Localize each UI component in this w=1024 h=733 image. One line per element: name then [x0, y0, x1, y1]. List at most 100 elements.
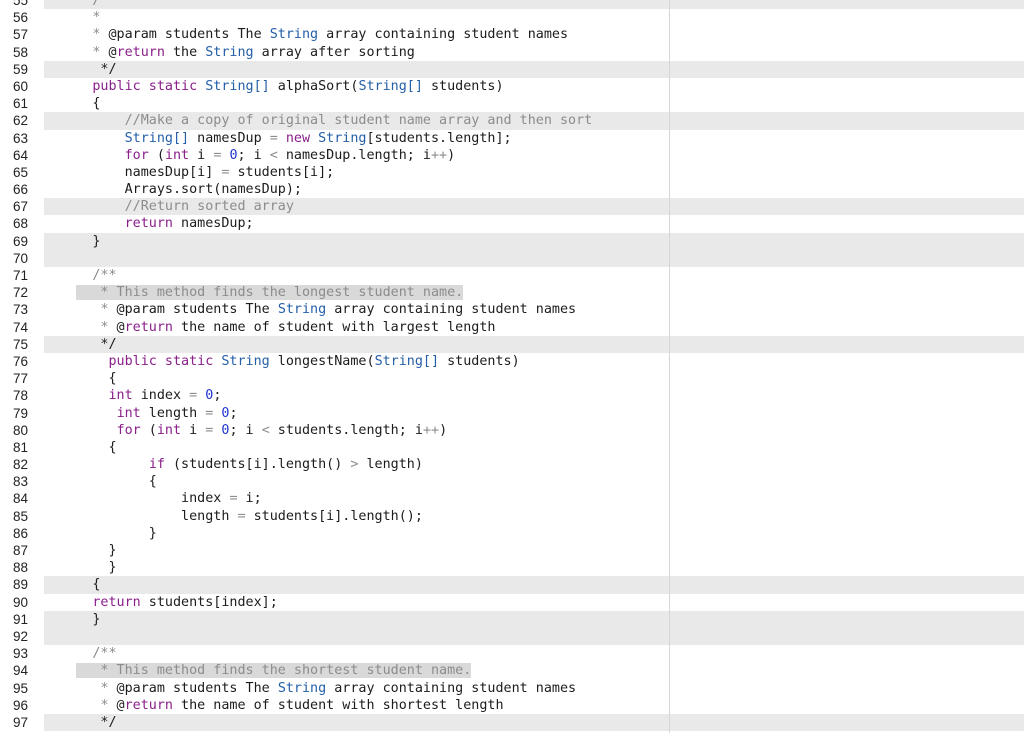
code-line[interactable]: 87 }: [0, 542, 1024, 560]
code-line[interactable]: 93 /**: [0, 645, 1024, 663]
code-text[interactable]: }: [44, 233, 1024, 250]
code-line[interactable]: 83 {: [0, 473, 1024, 491]
code-line[interactable]: 71 /**: [0, 267, 1024, 285]
code-text[interactable]: for (int i = 0; i < namesDup.length; i++…: [44, 147, 1024, 164]
code-token: String[]: [124, 130, 190, 146]
code-line[interactable]: 60 public static String[] alphaSort(Stri…: [0, 77, 1024, 96]
code-line[interactable]: 90 return students[index];: [0, 593, 1024, 611]
code-text[interactable]: int length = 0;: [44, 405, 1024, 422]
code-text[interactable]: * @return the name of student with large…: [44, 319, 1024, 336]
code-text[interactable]: */: [44, 714, 1024, 731]
code-line[interactable]: 70: [0, 249, 1024, 268]
code-text[interactable]: * @param students The String array conta…: [44, 26, 1024, 43]
code-token: }: [44, 611, 101, 627]
code-line[interactable]: 67 //Return sorted array: [0, 198, 1024, 216]
code-text[interactable]: index = i;: [44, 490, 1024, 507]
code-line[interactable]: 65 namesDup[i] = students[i];: [0, 163, 1024, 182]
code-text[interactable]: //Return sorted array: [44, 198, 1024, 215]
code-line[interactable]: 95 * @param students The String array co…: [0, 679, 1024, 697]
code-text[interactable]: /**: [44, 0, 1024, 9]
code-text[interactable]: /**: [44, 267, 1024, 284]
code-text[interactable]: * @return the String array after sorting: [44, 44, 1024, 61]
code-line[interactable]: 89 {: [0, 576, 1024, 594]
code-line[interactable]: 76 public static String longestName(Stri…: [0, 352, 1024, 371]
code-line[interactable]: 88 }: [0, 559, 1024, 577]
code-line[interactable]: 73 * @param students The String array co…: [0, 301, 1024, 319]
code-line[interactable]: 79 int length = 0;: [0, 404, 1024, 422]
line-number: 80: [0, 421, 44, 439]
code-text[interactable]: *: [44, 9, 1024, 26]
code-line[interactable]: 78 int index = 0;: [0, 387, 1024, 405]
code-text[interactable]: namesDup[i] = students[i];: [44, 164, 1024, 181]
line-number: 77: [0, 370, 44, 388]
code-text[interactable]: */: [44, 61, 1024, 78]
code-text[interactable]: return students[index];: [44, 594, 1024, 611]
code-text[interactable]: * @param students The String array conta…: [44, 301, 1024, 318]
code-token: {: [44, 474, 157, 490]
code-line[interactable]: 85 length = students[i].length();: [0, 507, 1024, 525]
code-text[interactable]: if (students[i].length() > length): [44, 456, 1024, 473]
code-text[interactable]: {: [44, 576, 1024, 593]
code-text[interactable]: * @param students The String array conta…: [44, 680, 1024, 697]
code-lines[interactable]: 55 /** 56 * 57 * @param students The Strin…: [0, 0, 1024, 732]
code-line[interactable]: 92: [0, 627, 1024, 646]
code-token: ; i: [229, 422, 262, 438]
code-line[interactable]: 82 if (students[i].length() > length): [0, 456, 1024, 474]
code-text[interactable]: public static String longestName(String[…: [44, 353, 1024, 370]
code-line[interactable]: 86 }: [0, 524, 1024, 543]
code-token: {: [44, 96, 101, 112]
code-text[interactable]: public static String[] alphaSort(String[…: [44, 78, 1024, 95]
code-text[interactable]: * This method finds the shortest student…: [44, 662, 1024, 679]
code-line[interactable]: 57 * @param students The String array co…: [0, 26, 1024, 44]
code-text[interactable]: }: [44, 559, 1024, 576]
code-text[interactable]: for (int i = 0; i < students.length; i++…: [44, 422, 1024, 439]
code-text[interactable]: //Make a copy of original student name a…: [44, 112, 1024, 129]
code-text[interactable]: return namesDup;: [44, 215, 1024, 232]
code-line[interactable]: 62 //Make a copy of original student nam…: [0, 112, 1024, 130]
code-text[interactable]: Arrays.sort(namesDup);: [44, 181, 1024, 198]
code-text[interactable]: */: [44, 336, 1024, 353]
code-line[interactable]: 58 * @return the String array after sort…: [0, 43, 1024, 61]
code-editor[interactable]: 55 /** 56 * 57 * @param students The Strin…: [0, 0, 1024, 733]
code-text[interactable]: }: [44, 542, 1024, 559]
code-line[interactable]: 66 Arrays.sort(namesDup);: [0, 181, 1024, 199]
code-token: String[]: [358, 78, 423, 94]
code-line[interactable]: 91 }: [0, 610, 1024, 628]
code-text[interactable]: }: [44, 611, 1024, 628]
code-line[interactable]: 61 {: [0, 95, 1024, 113]
code-token: @param students The: [100, 27, 270, 43]
code-line[interactable]: 56 *: [0, 9, 1024, 27]
code-line[interactable]: 63 String[] namesDup = new String[studen…: [0, 129, 1024, 147]
code-line[interactable]: 59 */: [0, 60, 1024, 78]
line-number: 75: [0, 335, 44, 353]
code-text[interactable]: {: [44, 439, 1024, 456]
code-line[interactable]: 72 * This method finds the longest stude…: [0, 284, 1024, 302]
code-line[interactable]: 68 return namesDup;: [0, 215, 1024, 233]
code-text[interactable]: * @return the name of student with short…: [44, 697, 1024, 714]
code-text[interactable]: length = students[i].length();: [44, 508, 1024, 525]
code-text[interactable]: String[] namesDup = new String[students.…: [44, 130, 1024, 147]
code-text[interactable]: /**: [44, 645, 1024, 662]
code-line[interactable]: 96 * @return the name of student with sh…: [0, 696, 1024, 714]
code-text[interactable]: {: [44, 473, 1024, 490]
code-token: ): [439, 422, 448, 438]
code-line[interactable]: 69 }: [0, 232, 1024, 250]
code-line[interactable]: 84 index = i;: [0, 490, 1024, 508]
code-line[interactable]: 80 for (int i = 0; i < students.length; …: [0, 421, 1024, 439]
code-text[interactable]: {: [44, 370, 1024, 387]
code-line[interactable]: 97 */: [0, 713, 1024, 732]
code-line[interactable]: 81 {: [0, 438, 1024, 457]
code-text[interactable]: * This method finds the longest student …: [44, 284, 1024, 301]
code-line[interactable]: 74 * @return the name of student with la…: [0, 318, 1024, 336]
code-line[interactable]: 55 /**: [0, 0, 1024, 10]
code-line[interactable]: 94 * This method finds the shortest stud…: [0, 662, 1024, 680]
code-text[interactable]: }: [44, 525, 1024, 542]
code-line[interactable]: 75 */: [0, 335, 1024, 353]
code-text[interactable]: int index = 0;: [44, 387, 1024, 404]
code-token: i: [181, 422, 206, 438]
code-text[interactable]: {: [44, 95, 1024, 112]
code-line[interactable]: 64 for (int i = 0; i < namesDup.length; …: [0, 146, 1024, 164]
line-number: 93: [0, 645, 44, 663]
code-line[interactable]: 77 {: [0, 370, 1024, 388]
